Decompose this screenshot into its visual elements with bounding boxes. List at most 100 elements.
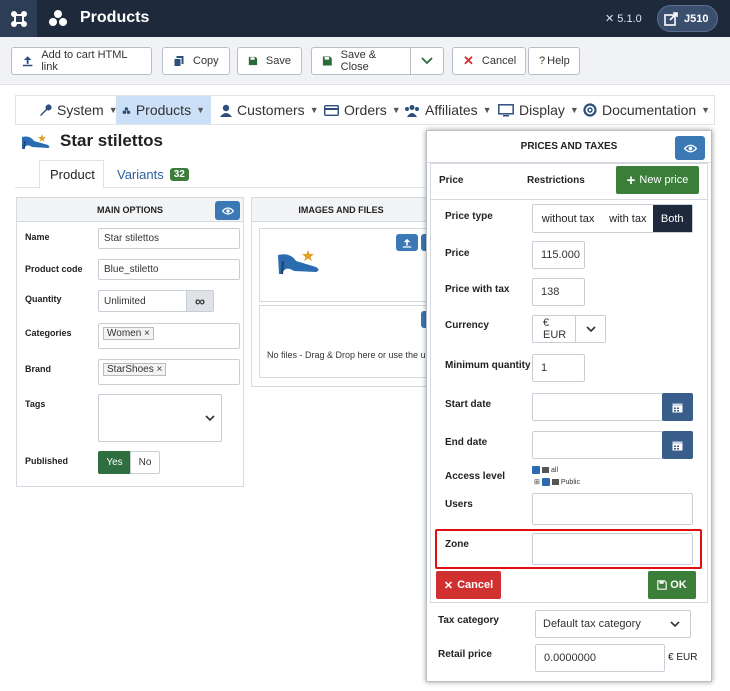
menu-customers[interactable]: Customers ▼	[214, 96, 325, 124]
access-all-option[interactable]: all	[532, 466, 558, 474]
start-date-input[interactable]	[532, 393, 663, 421]
category-chip[interactable]: Women ×	[103, 327, 154, 340]
users-label: Users	[445, 499, 473, 510]
joomla-logo-icon[interactable]	[0, 0, 37, 37]
quantity-input[interactable]: Unlimited	[98, 290, 187, 312]
file-dropzone[interactable]: No files - Drag & Drop here or use the u…	[259, 305, 438, 378]
tags-select[interactable]	[98, 394, 222, 442]
categories-input[interactable]: Women ×	[98, 323, 240, 349]
end-date-calendar-button[interactable]	[662, 431, 693, 459]
external-link-icon	[664, 11, 678, 26]
access-public-option[interactable]: ⊞ Public	[534, 478, 580, 486]
products-icon	[122, 106, 131, 114]
price-with-tax-label: Price with tax	[445, 284, 510, 295]
toggle-visibility-button[interactable]	[215, 201, 240, 220]
price-type-without-tax[interactable]: without tax	[533, 205, 603, 232]
price-form: Price type without tax with tax Both Pri…	[431, 199, 707, 603]
cancel-price-button[interactable]: ✕ Cancel	[436, 571, 501, 599]
folder-icon	[551, 479, 559, 485]
help-button[interactable]: ? Help	[528, 47, 580, 75]
users-icon	[405, 104, 419, 117]
name-input[interactable]: Star stilettos	[98, 228, 240, 249]
eye-icon	[221, 206, 234, 215]
close-icon: ✕	[443, 579, 454, 592]
quantity-label: Quantity	[25, 294, 62, 304]
product-title: Star stilettos	[20, 131, 163, 151]
menu-products[interactable]: Products ▼	[116, 96, 211, 124]
menu-orders[interactable]: Orders ▼	[318, 96, 407, 124]
price-type-toggle: without tax with tax Both	[532, 204, 693, 233]
tax-category-select[interactable]: Default tax category	[535, 610, 691, 638]
no-files-text: No files - Drag & Drop here or use the u…	[267, 350, 438, 360]
published-label: Published	[25, 456, 69, 466]
product-code-label: Product code	[25, 264, 83, 274]
product-image[interactable]	[276, 247, 322, 277]
unlimited-quantity-button[interactable]: ∞	[186, 290, 214, 312]
upload-image-button[interactable]	[396, 234, 418, 251]
folder-icon	[542, 467, 549, 473]
end-date-label: End date	[445, 437, 488, 448]
user-menu-button[interactable]: J510	[657, 5, 718, 32]
end-date-input[interactable]	[532, 431, 663, 459]
price-label: Price	[445, 248, 470, 259]
price-type-label: Price type	[445, 211, 493, 222]
price-editor: Price Restrictions + New price Price typ…	[430, 163, 708, 603]
expand-icon: ⊞	[534, 479, 540, 486]
tab-product[interactable]: Product	[39, 160, 104, 189]
credit-card-icon	[324, 104, 339, 116]
toolbar: Add to cart HTML link Copy Save Save & C…	[0, 37, 730, 85]
start-date-calendar-button[interactable]	[662, 393, 693, 421]
version-label: ✕ 5.1.0	[605, 13, 642, 25]
toggle-visibility-button[interactable]	[675, 136, 705, 160]
save-icon	[657, 580, 667, 590]
categories-label: Categories	[25, 328, 72, 338]
ok-price-button[interactable]: OK	[648, 571, 696, 599]
save-options-dropdown[interactable]	[410, 47, 444, 75]
retail-currency: € EUR	[668, 652, 698, 663]
minimum-quantity-input[interactable]: 1	[532, 354, 585, 382]
new-price-button[interactable]: + New price	[616, 166, 699, 194]
prices-taxes-popup: PRICES AND TAXES Price Restrictions + Ne…	[426, 130, 712, 682]
tab-price[interactable]: Price	[439, 175, 463, 186]
price-type-both[interactable]: Both	[652, 205, 692, 232]
price-with-tax-input[interactable]: 138	[532, 278, 585, 306]
add-to-cart-link-button[interactable]: Add to cart HTML link	[11, 47, 152, 75]
price-input[interactable]: 115.000	[532, 241, 585, 269]
save-button[interactable]: Save	[237, 47, 302, 75]
zone-label: Zone	[445, 539, 469, 550]
cancel-button[interactable]: ✕ Cancel	[452, 47, 526, 75]
main-options-panel: MAIN OPTIONS Name Star stilettos Product…	[16, 197, 244, 487]
top-header: Products ✕ 5.1.0 J510	[0, 0, 730, 37]
calendar-icon	[672, 441, 683, 450]
product-tabs: Product Variants 32	[15, 157, 425, 189]
main-menu: System ▼ Products ▼ Customers ▼ Orders ▼ Aff…	[15, 95, 715, 125]
menu-system[interactable]: System ▼	[32, 96, 124, 124]
name-label: Name	[25, 232, 50, 242]
menu-documentation[interactable]: Documentation ▼	[577, 96, 716, 124]
published-yes-button[interactable]: Yes	[98, 451, 131, 474]
copy-button[interactable]: Copy	[162, 47, 230, 75]
price-type-with-tax[interactable]: with tax	[603, 205, 652, 232]
tab-restrictions[interactable]: Restrictions	[527, 175, 585, 186]
menu-affiliates[interactable]: Affiliates ▼	[398, 96, 498, 124]
chevron-down-icon	[421, 57, 433, 65]
user-icon	[220, 104, 232, 117]
chevron-down-icon	[205, 414, 215, 421]
plus-icon: +	[626, 171, 636, 189]
product-thumbnail	[22, 134, 50, 150]
access-level-label: Access level	[445, 471, 506, 482]
save-close-button[interactable]: Save & Close	[311, 47, 411, 75]
brand-chip[interactable]: StarShoes ×	[103, 363, 167, 376]
zone-input[interactable]	[532, 533, 693, 565]
users-input[interactable]	[532, 493, 693, 525]
product-code-input[interactable]: Blue_stiletto	[98, 259, 240, 280]
tab-variants[interactable]: Variants 32	[107, 160, 199, 189]
retail-price-input[interactable]: 0.0000000	[535, 644, 665, 672]
brand-input[interactable]: StarShoes ×	[98, 359, 240, 385]
lifebuoy-icon	[583, 103, 597, 117]
currency-select[interactable]: € EUR	[532, 315, 606, 343]
published-no-button[interactable]: No	[130, 451, 160, 474]
menu-display[interactable]: Display ▼	[492, 96, 585, 124]
tags-label: Tags	[25, 399, 46, 409]
copy-icon	[173, 56, 184, 67]
